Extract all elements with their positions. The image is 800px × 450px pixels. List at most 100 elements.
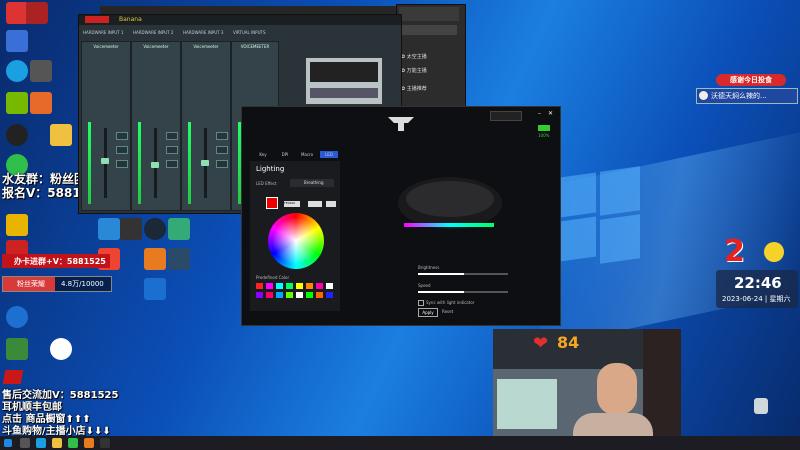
solo-button[interactable] bbox=[166, 146, 178, 154]
app-icon[interactable] bbox=[168, 218, 190, 240]
app-icon[interactable] bbox=[6, 30, 28, 52]
color-swatch[interactable] bbox=[266, 283, 273, 289]
fan-progress-text: 4.8万/10000 bbox=[61, 280, 104, 288]
nvidia-icon[interactable] bbox=[6, 92, 28, 114]
color-swatch[interactable] bbox=[256, 292, 263, 298]
apply-button[interactable]: Apply bbox=[418, 308, 438, 317]
clock-time: 22:46 bbox=[734, 274, 782, 292]
search-icon[interactable] bbox=[20, 438, 30, 448]
folder-icon[interactable] bbox=[50, 124, 72, 146]
speed-slider[interactable] bbox=[418, 291, 508, 293]
taskbar-app-icon[interactable] bbox=[68, 438, 78, 448]
hex-input[interactable]: FF0000 bbox=[284, 201, 300, 207]
app-icon[interactable] bbox=[98, 218, 120, 240]
mono-button[interactable] bbox=[116, 160, 128, 168]
color-swatch[interactable] bbox=[326, 283, 333, 289]
app-icon[interactable] bbox=[6, 306, 28, 328]
taskbar-app-icon[interactable] bbox=[36, 438, 46, 448]
color-swatch[interactable] bbox=[276, 283, 283, 289]
rgb-input[interactable] bbox=[308, 201, 322, 207]
tab-led[interactable]: LED bbox=[320, 151, 338, 158]
color-swatch[interactable] bbox=[286, 283, 293, 289]
fader-knob[interactable] bbox=[151, 162, 159, 168]
color-swatch[interactable] bbox=[256, 283, 263, 289]
mute-button[interactable] bbox=[116, 132, 128, 140]
color-swatch[interactable] bbox=[296, 283, 303, 289]
webcam-feed: ❤ 84 bbox=[493, 329, 681, 441]
blue-input[interactable] bbox=[326, 201, 336, 207]
tab-key[interactable]: Key bbox=[254, 151, 272, 158]
logitech-icon[interactable] bbox=[6, 124, 28, 146]
mute-button[interactable] bbox=[216, 132, 228, 140]
office-icon[interactable] bbox=[30, 92, 52, 114]
color-wheel[interactable] bbox=[268, 213, 324, 269]
color-swatch[interactable] bbox=[316, 283, 323, 289]
close-icon[interactable]: ✕ bbox=[548, 110, 553, 117]
mono-button[interactable] bbox=[166, 160, 178, 168]
tab-dpi[interactable]: DPI bbox=[276, 151, 294, 158]
app-icon[interactable] bbox=[30, 60, 52, 82]
steam-icon[interactable] bbox=[144, 218, 166, 240]
battery-icon bbox=[538, 125, 550, 131]
notice-user: 沃德天焖么辣的... bbox=[711, 92, 767, 100]
start-button[interactable] bbox=[4, 439, 12, 447]
battery-text: 100% bbox=[538, 133, 550, 138]
color-swatch[interactable] bbox=[286, 292, 293, 298]
app-icon[interactable] bbox=[144, 278, 166, 300]
fader-knob[interactable] bbox=[101, 158, 109, 164]
app-icon[interactable] bbox=[26, 2, 48, 24]
mixer-strip-2[interactable]: Voicemeeter bbox=[131, 41, 181, 211]
heart-count: 84 bbox=[557, 333, 580, 352]
tab-macro[interactable]: Macro bbox=[298, 151, 316, 158]
chat-side-panel[interactable]: ✿ 太空主播 ✿ 万能主播 ✿ 主播推荐 bbox=[396, 4, 466, 116]
solo-button[interactable] bbox=[116, 146, 128, 154]
color-swatch[interactable] bbox=[306, 292, 313, 298]
system-tray[interactable] bbox=[690, 438, 790, 448]
app-icon[interactable] bbox=[144, 248, 166, 270]
mixer-strip-3[interactable]: Voicemeeter bbox=[181, 41, 231, 211]
fader-knob[interactable] bbox=[201, 160, 209, 166]
channel-1-name: HARDWARE INPUT 1 bbox=[83, 30, 124, 35]
tforce-logo bbox=[386, 115, 416, 133]
reset-button[interactable]: Reset bbox=[442, 308, 476, 315]
brightness-slider[interactable] bbox=[418, 273, 508, 275]
minimize-icon[interactable]: – bbox=[538, 110, 541, 117]
windows-logo-wallpaper bbox=[560, 165, 640, 265]
color-swatch[interactable] bbox=[326, 292, 333, 298]
mono-button[interactable] bbox=[216, 160, 228, 168]
app-icon[interactable] bbox=[6, 2, 28, 24]
solo-button[interactable] bbox=[216, 146, 228, 154]
color-swatch[interactable] bbox=[276, 292, 283, 298]
cutscene-banner: 办卡进群+V：5881525 bbox=[2, 254, 110, 268]
color-swatch[interactable] bbox=[316, 292, 323, 298]
app-icon[interactable] bbox=[6, 214, 28, 236]
tforce-mouse-software-window[interactable]: – ✕ 100% Key DPI Macro LED Lighting LED … bbox=[241, 106, 561, 326]
taskbar-app-icon[interactable] bbox=[52, 438, 62, 448]
app-icon[interactable] bbox=[168, 248, 190, 270]
clock-date: 2023-06-24 | 星期六 bbox=[722, 295, 791, 303]
taskbar-app-icon[interactable] bbox=[84, 438, 94, 448]
app-icon[interactable] bbox=[120, 218, 142, 240]
cutscene-text: 办卡进群+V：5881525 bbox=[14, 257, 106, 266]
recycle-bin-icon[interactable] bbox=[754, 398, 768, 414]
notice-title: 感谢今日投食 bbox=[716, 74, 786, 86]
fan-badge: 粉丝荣耀 bbox=[17, 280, 45, 288]
taskbar-app-icon[interactable] bbox=[100, 438, 110, 448]
channel-3-name: HARDWARE INPUT 3 bbox=[183, 30, 224, 35]
color-swatch[interactable] bbox=[306, 283, 313, 289]
app-icon[interactable] bbox=[6, 338, 28, 360]
mute-button[interactable] bbox=[166, 132, 178, 140]
color-swatch[interactable] bbox=[266, 292, 273, 298]
edge-icon[interactable] bbox=[6, 60, 28, 82]
sync-checkbox[interactable] bbox=[418, 300, 424, 306]
sogou-icon[interactable] bbox=[50, 338, 72, 360]
cassette-recorder-panel[interactable] bbox=[305, 57, 383, 105]
led-effect-select[interactable]: Breathing bbox=[290, 179, 334, 187]
selected-color-swatch[interactable] bbox=[266, 197, 278, 209]
predefined-swatches bbox=[256, 283, 340, 303]
mixer-title-bar[interactable]: Banana bbox=[79, 15, 401, 25]
rank-badge: 2 bbox=[724, 234, 745, 269]
mixer-strip-1[interactable]: Voicemeeter bbox=[81, 41, 131, 211]
color-swatch[interactable] bbox=[296, 292, 303, 298]
profile-select[interactable] bbox=[490, 111, 522, 121]
